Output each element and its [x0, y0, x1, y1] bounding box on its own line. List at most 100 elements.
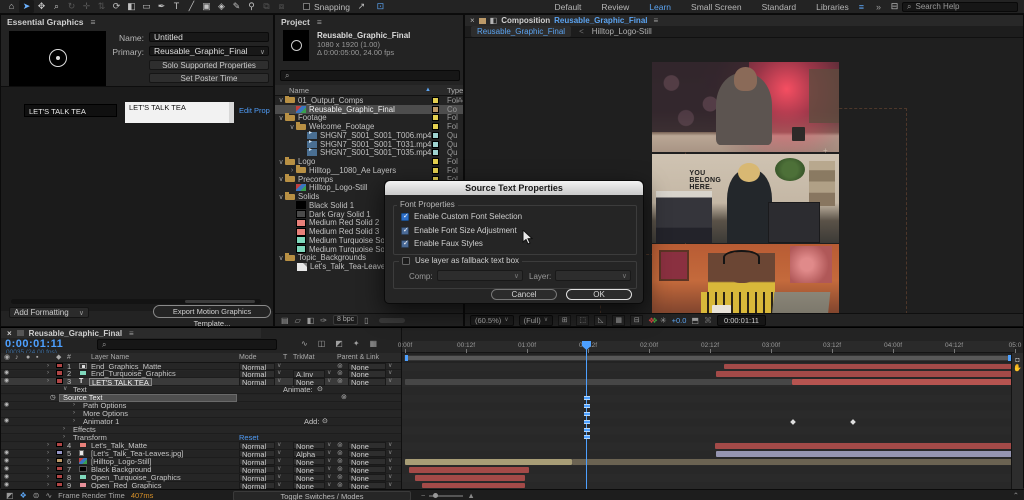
active-comp-name[interactable]: Reusable_Graphic_Final	[554, 16, 647, 25]
trkmat-dropdown[interactable]: None	[293, 441, 325, 450]
chevron-right-icon[interactable]: ›	[47, 363, 49, 371]
preview-timecode[interactable]: 0:00:01:11	[716, 314, 766, 326]
layer-duration-bar[interactable]	[716, 450, 1014, 457]
chevron-right-icon[interactable]: ›	[63, 434, 65, 442]
enable-faux-styles-checkbox[interactable]: Enable Faux Styles	[401, 239, 483, 248]
add-menu-icon[interactable]: ⊙	[322, 418, 328, 426]
column-type[interactable]: Type	[447, 85, 463, 96]
zoom-in-icon[interactable]: ▲	[467, 491, 474, 500]
hand-tool-icon[interactable]: ✥	[34, 0, 49, 13]
snap-options-icon[interactable]: ↗	[354, 0, 369, 13]
parent-dropdown[interactable]: None	[348, 481, 386, 490]
trkmat-dropdown[interactable]: Alpha	[293, 449, 325, 458]
chevron-right-icon[interactable]: ›	[47, 482, 49, 490]
magnification-dropdown[interactable]: (60.5%) ∨	[470, 314, 514, 326]
project-row[interactable]: ∨ 01_Output_Comps Fol ⁂	[275, 96, 463, 105]
label-color-chip[interactable]	[432, 158, 439, 166]
chevron-down-icon[interactable]: ∨	[277, 193, 285, 201]
layer-duration-bar[interactable]	[715, 442, 1012, 449]
edit-properties-link[interactable]: Edit Prop	[239, 106, 270, 115]
panel-resize-icon[interactable]: ⌃	[1013, 491, 1019, 500]
group-row[interactable]: › Effects	[1, 426, 401, 434]
horizontal-scrollbar[interactable]	[11, 299, 261, 304]
pan-camera-tool-icon[interactable]: ✛	[79, 0, 94, 13]
eraser-tool-icon[interactable]: ◈	[214, 0, 229, 13]
pen-tool-icon[interactable]: ✒	[154, 0, 169, 13]
lock-icon[interactable]: ▪	[36, 353, 38, 362]
project-row[interactable]: SHGN7_S001_S001_T006.mp4 Qu	[275, 129, 463, 140]
chevron-right-icon[interactable]: ›	[47, 466, 49, 474]
trkmat-dropdown[interactable]: A.Inv	[293, 370, 325, 378]
pickwhip-icon[interactable]: ⊚	[337, 458, 343, 466]
tab-reusable-graphic-final[interactable]: Reusable_Graphic_Final	[471, 26, 572, 37]
checkbox-checked-icon[interactable]	[401, 212, 409, 221]
pickwhip-icon[interactable]: ⊚	[337, 450, 343, 458]
layer-color-chip[interactable]	[56, 473, 63, 480]
workspace-standard[interactable]: Standard	[752, 0, 807, 14]
chevron-right-icon[interactable]: ›	[73, 402, 75, 410]
property-value-input[interactable]: LET'S TALK TEA	[125, 102, 234, 123]
layer-row[interactable]: ◉ › 3 T LET'S TALK TEA Normal ∨ None ∨ ⊚ None ∨	[1, 378, 401, 386]
pickwhip-icon[interactable]: ⊚	[337, 378, 343, 386]
label-color-chip[interactable]	[432, 96, 439, 104]
close-icon[interactable]: ×	[470, 16, 475, 25]
eye-icon[interactable]: ◉	[4, 450, 9, 458]
layer-row[interactable]: ◉ › 2 End_Turquoise_Graphics Normal ∨ A.Inv ∨ ⊚ N…	[1, 370, 401, 378]
layer-row[interactable]: › 1 End_Graphics_Matte Normal ∨ ⊚ None ∨	[1, 362, 401, 371]
project-settings-icon[interactable]: ✑	[320, 316, 327, 325]
layer-color-chip[interactable]	[56, 362, 63, 368]
layer-name-column[interactable]: Layer Name	[91, 353, 129, 362]
comp-button-icon[interactable]: ✋	[1012, 364, 1023, 372]
new-composition-icon[interactable]: ◧	[307, 316, 315, 325]
layer-row[interactable]: ◉ › 8 Open_Turquoise_Graphics Normal ∨ None ∨ ⊚ N…	[1, 474, 401, 482]
shy-toggle-icon[interactable]: ◩	[6, 491, 14, 500]
graph-editor-icon[interactable]: ∿	[45, 491, 52, 500]
camera-tool-icon[interactable]: ◧	[124, 0, 139, 13]
layer-duration-bar[interactable]	[415, 474, 525, 481]
set-poster-time-button[interactable]: Set Poster Time	[149, 73, 269, 83]
help-search[interactable]: ⌕ Search Help	[902, 1, 1018, 12]
toggle-switches-modes-button[interactable]: Toggle Switches / Modes	[233, 490, 411, 500]
parent-dropdown[interactable]: None	[348, 370, 386, 378]
export-motion-graphics-template-button[interactable]: Export Motion Graphics Template...	[153, 305, 271, 328]
workspace-default[interactable]: Default	[544, 0, 591, 14]
composition-mini-flowchart-icon[interactable]: ∿	[301, 339, 308, 348]
layer-row[interactable]: ◉ › 5 [Let's_Talk_Tea-Leaves.jpg] Normal ∨ Alp…	[1, 450, 401, 458]
layer-row[interactable]: ◉ › 6 [Hilltop_Logo-Still] Normal ∨ None ∨ ⊚ None…	[1, 458, 401, 466]
layer-duration-bar[interactable]	[405, 458, 572, 465]
panel-menu-icon[interactable]: ≡	[654, 16, 659, 25]
shape-mode-icon[interactable]: ⧈	[274, 0, 289, 13]
group-row[interactable]: ◉ › Path Options	[1, 402, 401, 411]
type-tool-icon[interactable]: T	[169, 0, 184, 13]
workspace-review[interactable]: Review	[591, 0, 639, 14]
brush-tool-icon[interactable]: ╱	[184, 0, 199, 13]
parent-dropdown[interactable]: None	[348, 441, 386, 450]
rectangle-tool-icon[interactable]: ▭	[139, 0, 154, 13]
parent-dropdown[interactable]: None	[348, 465, 386, 474]
chevron-down-icon[interactable]: ∨	[277, 158, 285, 166]
layer-duration-bar[interactable]	[422, 482, 525, 489]
mask-visibility-icon[interactable]: ⬚	[576, 314, 590, 326]
project-row[interactable]: ∨ Logo Fol	[275, 156, 463, 166]
transparency-grid-icon[interactable]: ▦	[612, 314, 626, 326]
blend-mode-dropdown[interactable]: Normal	[239, 370, 275, 378]
label-color-chip[interactable]	[432, 131, 439, 139]
label-color-chip[interactable]	[432, 114, 439, 122]
zoom-tool-icon[interactable]: ⌕	[49, 0, 64, 13]
panel-menu-icon[interactable]: ≡	[91, 17, 96, 27]
motion-blur-toggle-icon[interactable]: ⊜	[33, 491, 40, 500]
layer-name[interactable]: Open_Red_Graphics	[91, 482, 161, 490]
property-name[interactable]: LET'S TALK TEA	[24, 104, 117, 117]
hide-shy-layers-icon[interactable]: ◩	[335, 339, 343, 348]
animate-menu-icon[interactable]: ⊙	[317, 386, 323, 394]
label-color-chip[interactable]	[432, 105, 439, 113]
grid-guides-icon[interactable]: ⊞	[558, 314, 572, 326]
eye-icon[interactable]: ◉	[4, 402, 9, 410]
keyframe-icon[interactable]	[790, 419, 796, 425]
pickwhip-icon[interactable]: ⊚	[337, 466, 343, 474]
interpret-footage-icon[interactable]: ▤	[281, 316, 289, 325]
mode-column[interactable]: Mode	[239, 353, 257, 362]
work-area-bar[interactable]	[404, 355, 1012, 361]
layer-duration-bar[interactable]	[792, 379, 1012, 386]
eye-icon[interactable]: ◉	[4, 474, 9, 482]
